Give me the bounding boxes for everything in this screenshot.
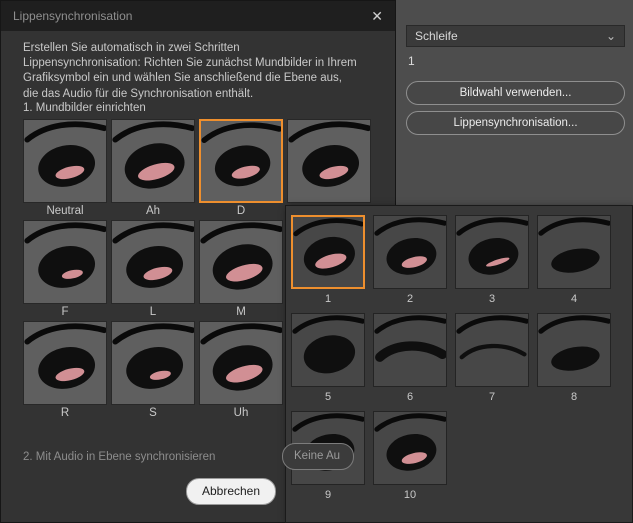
viseme-thumbnail[interactable] bbox=[199, 119, 283, 203]
audio-layer-select-button[interactable]: Keine Au bbox=[282, 443, 354, 470]
frame-number-label: 4 bbox=[570, 293, 578, 305]
frame-cell-3: 3 bbox=[455, 215, 529, 307]
loop-dropdown[interactable]: Schleife ⌄ bbox=[406, 25, 625, 47]
mouth-shape bbox=[374, 413, 446, 471]
viseme-thumbnail[interactable] bbox=[287, 119, 371, 203]
mouth-shape bbox=[112, 323, 194, 389]
viseme-label: F bbox=[61, 306, 69, 318]
mouth-shape bbox=[374, 315, 446, 362]
viseme-thumbnail[interactable] bbox=[111, 220, 195, 304]
viseme-cell-m: M bbox=[199, 220, 283, 318]
frame-cell-4: 4 bbox=[537, 215, 611, 307]
frame-cell-2: 2 bbox=[373, 215, 447, 307]
frame-number-label: 10 bbox=[403, 489, 417, 501]
frame-thumbnail[interactable] bbox=[373, 411, 447, 485]
frame-thumbnail[interactable] bbox=[291, 215, 365, 289]
viseme-label: Neutral bbox=[46, 205, 84, 217]
viseme-thumbnail[interactable] bbox=[23, 119, 107, 203]
viseme-cell-r: R bbox=[23, 321, 107, 419]
viseme-cell-ah: Ah bbox=[111, 119, 195, 217]
frame-thumbnail[interactable] bbox=[537, 215, 611, 289]
viseme-thumbnail[interactable] bbox=[111, 321, 195, 405]
cancel-button[interactable]: Abbrechen bbox=[186, 478, 276, 505]
frame-thumbnail[interactable] bbox=[455, 313, 529, 387]
mouth-shape bbox=[288, 121, 370, 187]
frame-number-label: 5 bbox=[324, 391, 332, 403]
dialog-title: Lippensynchronisation bbox=[13, 9, 133, 23]
mouth-shape bbox=[112, 222, 194, 288]
frame-thumbnail[interactable] bbox=[373, 215, 447, 289]
frame-number-label: 2 bbox=[406, 293, 414, 305]
chevron-down-icon: ⌄ bbox=[605, 29, 616, 43]
frame-thumbnail[interactable] bbox=[373, 313, 447, 387]
mouth-shape bbox=[24, 323, 106, 389]
frame-number-label: 7 bbox=[488, 391, 496, 403]
mouth-shape bbox=[24, 121, 106, 187]
frame-thumbnail[interactable] bbox=[537, 313, 611, 387]
viseme-label: L bbox=[149, 306, 157, 318]
mouth-shape bbox=[112, 121, 194, 189]
dialog-titlebar[interactable]: Lippensynchronisation ✕ bbox=[1, 1, 395, 31]
viseme-cell bbox=[287, 119, 371, 217]
viseme-thumbnail[interactable] bbox=[23, 321, 107, 405]
viseme-cell-l: L bbox=[111, 220, 195, 318]
frame-number-label: 6 bbox=[406, 391, 414, 403]
mouth-shape bbox=[24, 222, 106, 288]
viseme-label: Ah bbox=[145, 205, 161, 217]
frame-cell-6: 6 bbox=[373, 313, 447, 405]
mouth-shape bbox=[293, 218, 363, 276]
mouth-shape bbox=[456, 217, 528, 275]
viseme-thumbnail[interactable] bbox=[199, 321, 283, 405]
use-frame-picker-button[interactable]: Bildwahl verwenden... bbox=[406, 81, 625, 105]
frame-thumbnail[interactable] bbox=[455, 215, 529, 289]
close-icon[interactable]: ✕ bbox=[371, 9, 383, 23]
viseme-label: D bbox=[236, 205, 246, 217]
frame-number-label: 3 bbox=[488, 293, 496, 305]
viseme-cell-s: S bbox=[111, 321, 195, 419]
viseme-thumbnail[interactable] bbox=[111, 119, 195, 203]
viseme-label: Uh bbox=[233, 407, 249, 419]
mouth-shape bbox=[374, 217, 446, 275]
loop-dropdown-value: Schleife bbox=[415, 29, 458, 43]
viseme-cell-f: F bbox=[23, 220, 107, 318]
mouth-shape bbox=[201, 122, 281, 187]
lip-sync-button[interactable]: Lippensynchronisation... bbox=[406, 111, 625, 135]
frame-picker-flyout: 1 2 3 4 5 6 7 8 9 10 bbox=[285, 205, 633, 523]
mouth-shape bbox=[538, 315, 610, 371]
viseme-label: R bbox=[60, 407, 70, 419]
frame-number-label: 8 bbox=[570, 391, 578, 403]
viseme-cell-uh: Uh bbox=[199, 321, 283, 419]
animate-workspace: Schleife ⌄ 1 Bildwahl verwenden... Lippe… bbox=[0, 0, 633, 523]
mouth-shape bbox=[538, 217, 610, 273]
viseme-thumbnail[interactable] bbox=[199, 220, 283, 304]
viseme-label: M bbox=[236, 306, 246, 318]
frame-cell-5: 5 bbox=[291, 313, 365, 405]
mouth-shape bbox=[292, 315, 364, 374]
section1-heading: 1. Mundbilder einrichten bbox=[23, 102, 146, 114]
frame-cell-8: 8 bbox=[537, 313, 611, 405]
frame-cell-1: 1 bbox=[291, 215, 365, 307]
viseme-label: S bbox=[149, 407, 157, 419]
viseme-cell-d: D bbox=[199, 119, 283, 217]
frame-number-label: 1 bbox=[324, 293, 332, 305]
mouth-shape bbox=[200, 222, 282, 290]
frame-cell-10: 10 bbox=[373, 411, 447, 503]
section2-heading: 2. Mit Audio in Ebene synchronisieren bbox=[23, 451, 216, 463]
mouth-shape bbox=[200, 323, 282, 391]
frame-number-label: 9 bbox=[324, 489, 332, 501]
frame-cell-7: 7 bbox=[455, 313, 529, 405]
viseme-thumbnail[interactable] bbox=[23, 220, 107, 304]
frame-thumbnail[interactable] bbox=[291, 313, 365, 387]
viseme-cell-neutral: Neutral bbox=[23, 119, 107, 217]
mouth-shape bbox=[456, 315, 528, 360]
frame-number-field[interactable]: 1 bbox=[408, 54, 415, 68]
dialog-description: Erstellen Sie automatisch in zwei Schrit… bbox=[23, 42, 357, 100]
